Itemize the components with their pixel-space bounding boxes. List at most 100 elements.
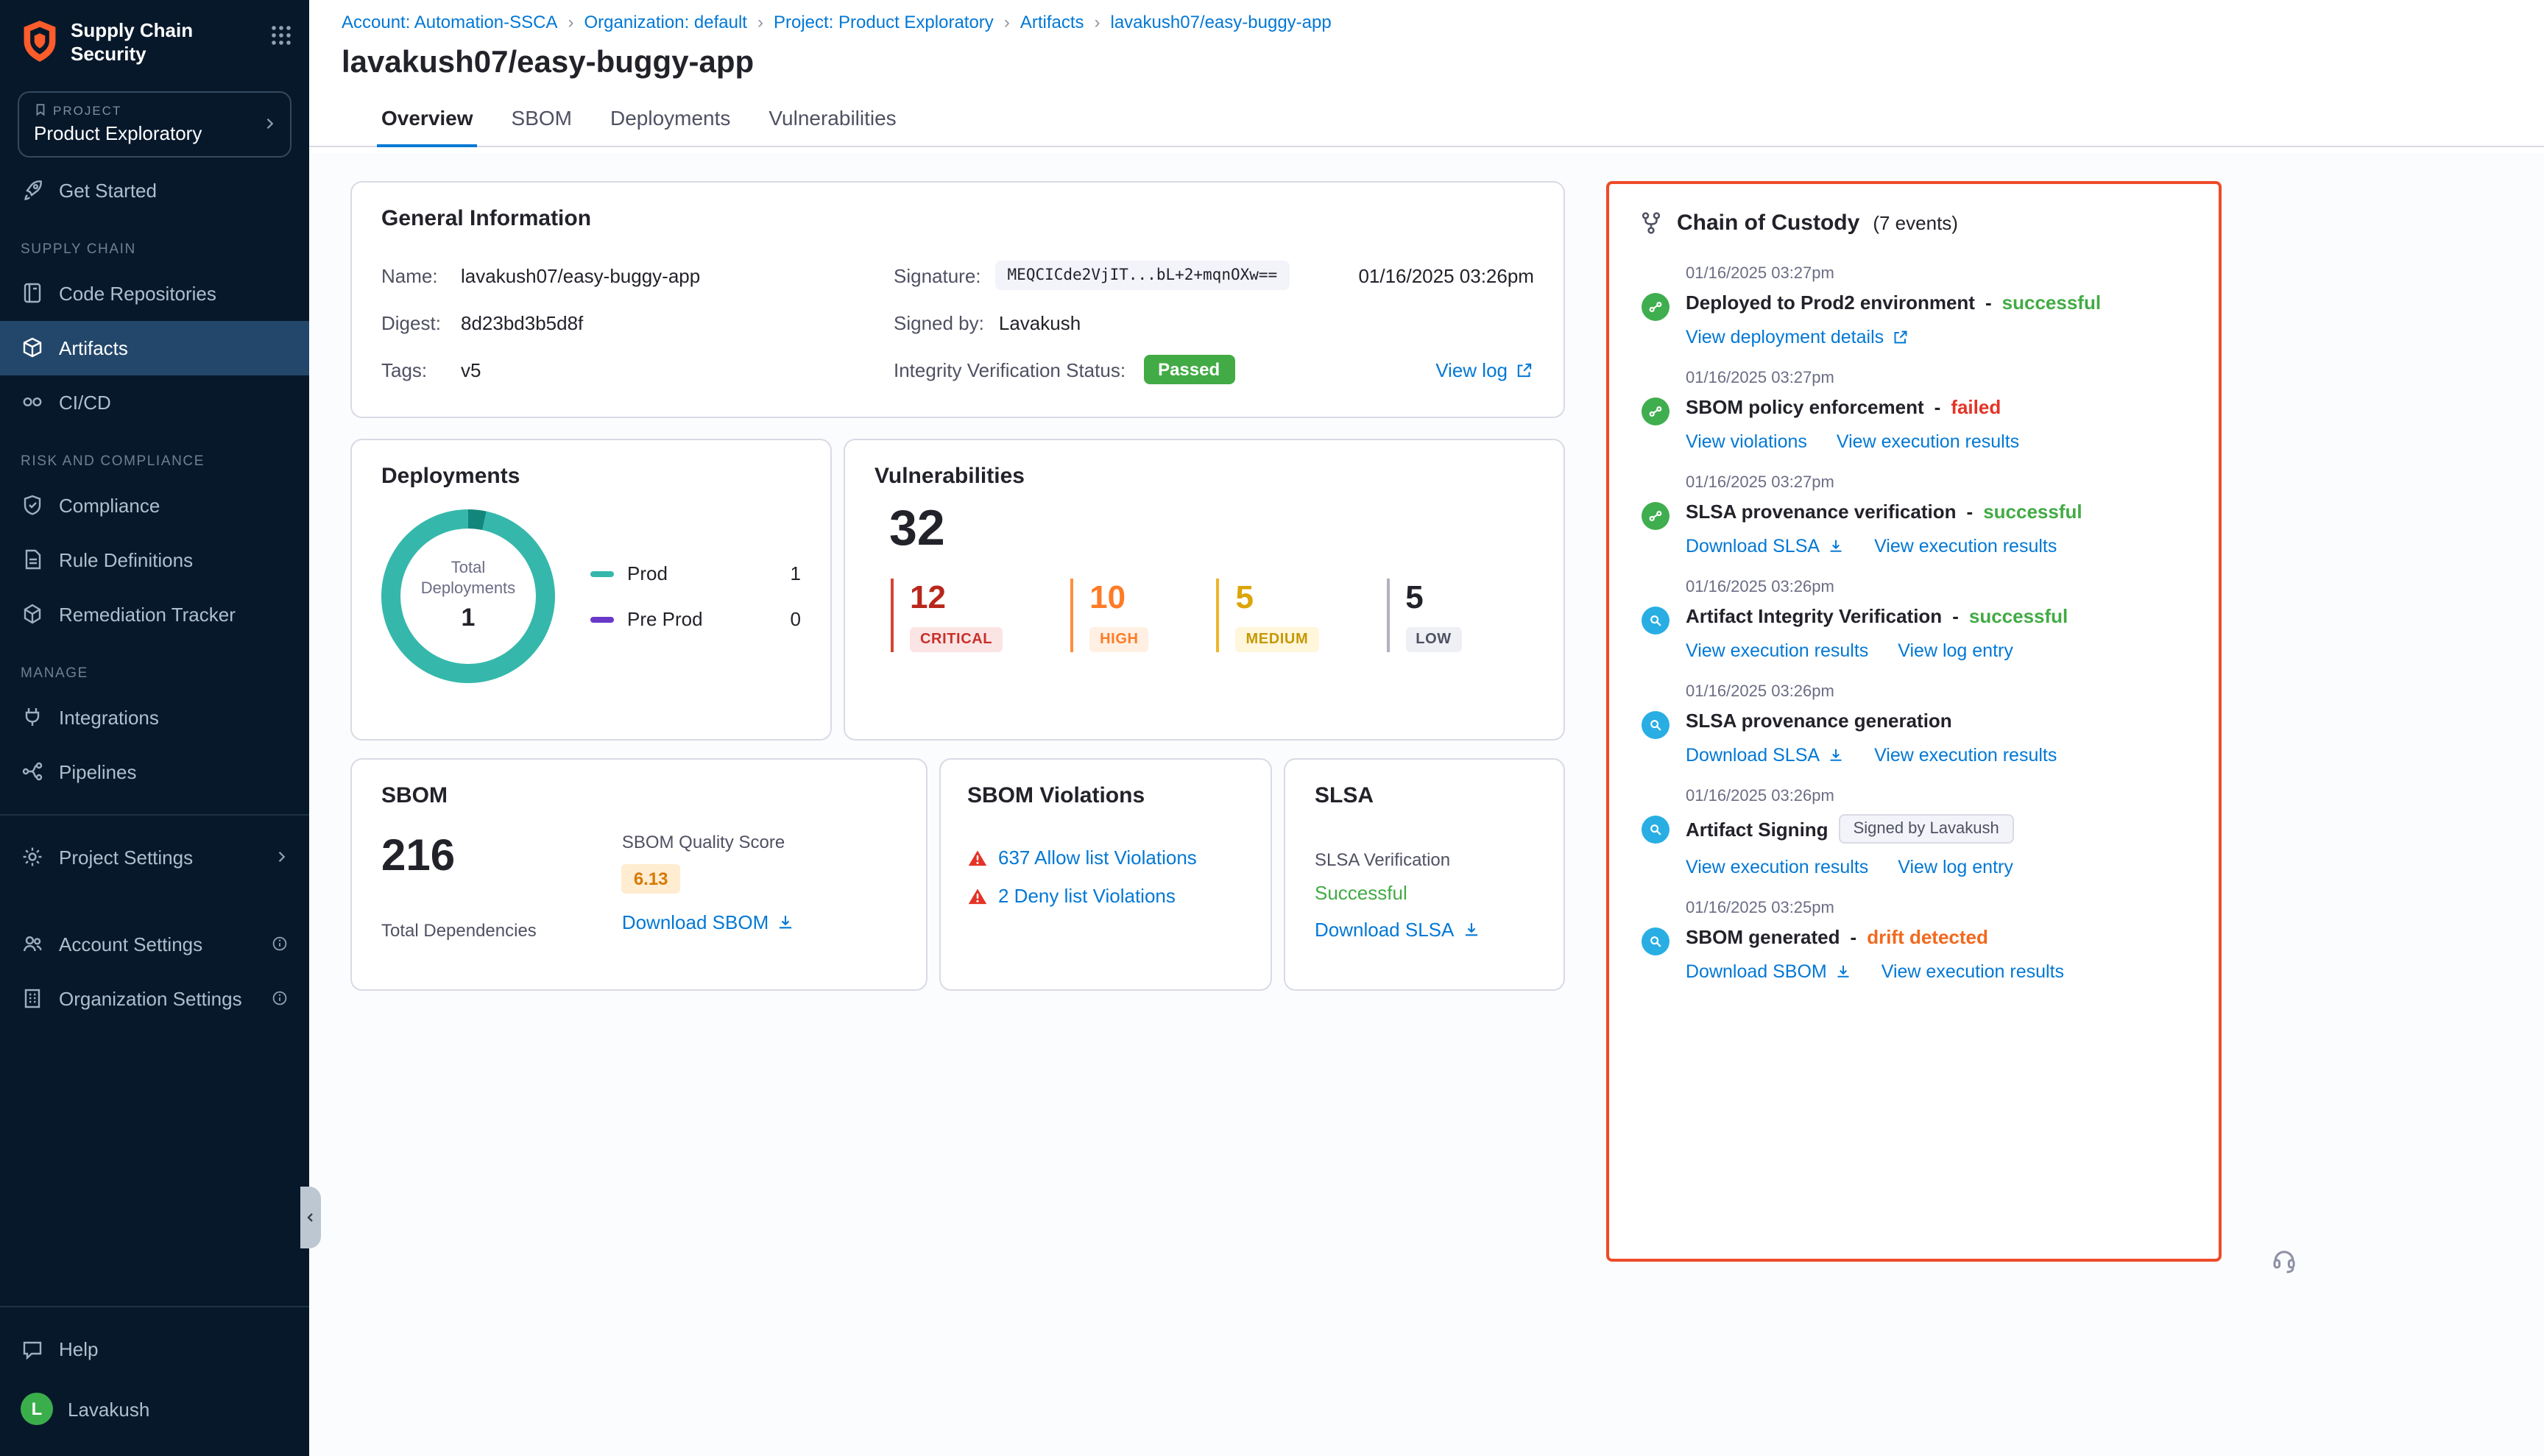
sidebar-item-label: Artifacts: [59, 336, 128, 358]
app-logo-shield-icon: [21, 19, 59, 63]
main-area: Account: Automation-SSCA › Organization:…: [309, 0, 2544, 1456]
allow-list-violations-row: 637 Allow list Violations: [967, 847, 1244, 869]
sidebar-item-label: Integrations: [59, 706, 159, 728]
card-title: General Information: [381, 206, 1534, 231]
project-selector[interactable]: PROJECT Product Exploratory: [18, 91, 292, 157]
breadcrumb-project[interactable]: Project: Product Exploratory: [774, 12, 994, 32]
download-sbom-link[interactable]: Download SBOM: [1686, 961, 1852, 982]
sidebar-item-help[interactable]: Help: [0, 1322, 309, 1377]
sbom-quality-label: SBOM Quality Score: [622, 832, 795, 852]
sidebar-item-label: Help: [59, 1338, 99, 1360]
chain-of-custody-title: Chain of Custody: [1677, 211, 1859, 236]
view-execution-results-link[interactable]: View execution results: [1686, 857, 1868, 877]
scan-step-icon: [1642, 816, 1670, 844]
page-title: lavakush07/easy-buggy-app: [342, 46, 2544, 81]
warning-icon: [967, 886, 988, 906]
building-icon: [21, 986, 44, 1010]
card-title: Deployments: [381, 464, 801, 489]
download-icon: [1827, 537, 1845, 555]
pipeline-icon: [21, 760, 44, 783]
sbom-violations-card: SBOM Violations 637 Allow list Violation…: [939, 758, 1272, 991]
sidebar-item-integrations[interactable]: Integrations: [0, 690, 309, 744]
sidebar-collapse-handle[interactable]: [300, 1187, 321, 1248]
tab-overview[interactable]: Overview: [362, 91, 492, 146]
view-execution-results-link[interactable]: View execution results: [1686, 640, 1868, 661]
tab-sbom[interactable]: SBOM: [492, 91, 591, 146]
breadcrumb-artifacts[interactable]: Artifacts: [1020, 12, 1084, 32]
sidebar-item-artifacts[interactable]: Artifacts: [0, 320, 309, 375]
apps-grid-icon[interactable]: [271, 25, 292, 46]
signature-value[interactable]: MEQCICde2VjIT...bL+2+mqnOXw==: [996, 261, 1290, 290]
pipeline-step-icon: [1642, 293, 1670, 321]
project-icon: [34, 103, 47, 116]
external-link-icon: [1515, 360, 1534, 379]
sbom-total: 216: [381, 832, 537, 882]
user-name: Lavakush: [68, 1398, 149, 1420]
sidebar-item-label: Account Settings: [59, 933, 202, 955]
prod-swatch: [590, 570, 614, 576]
download-slsa-link[interactable]: Download SLSA: [1686, 536, 1845, 556]
package-icon: [21, 336, 44, 359]
gear-icon: [21, 845, 44, 869]
user-menu[interactable]: L Lavakush: [0, 1377, 309, 1441]
sidebar-item-pipelines[interactable]: Pipelines: [0, 744, 309, 799]
sidebar-item-rule-definitions[interactable]: Rule Definitions: [0, 532, 309, 587]
name-value: lavakush07/easy-buggy-app: [461, 264, 700, 286]
sidebar-item-compliance[interactable]: Compliance: [0, 478, 309, 532]
sidebar: Supply Chain Security PROJECT Product Ex…: [0, 0, 309, 1456]
chain-event: 01/16/2025 03:26pm Artifact Integrity Ve…: [1642, 579, 2189, 661]
view-log-entry-link[interactable]: View log entry: [1898, 857, 2013, 877]
chain-event: 01/16/2025 03:26pm Artifact Signing Sign…: [1642, 788, 2189, 877]
sidebar-item-account-settings[interactable]: Account Settings: [0, 916, 309, 971]
tags-value: v5: [461, 358, 481, 381]
view-execution-results-link[interactable]: View execution results: [1874, 536, 2057, 556]
sidebar-item-code-repositories[interactable]: Code Repositories: [0, 266, 309, 320]
legend-item-preprod: Pre Prod 0: [590, 608, 801, 630]
sidebar-item-get-started[interactable]: Get Started: [0, 163, 309, 217]
breadcrumb-separator: ›: [1095, 12, 1100, 32]
view-violations-link[interactable]: View violations: [1686, 431, 1807, 452]
download-slsa-link[interactable]: Download SLSA: [1315, 919, 1480, 941]
tab-vulnerabilities[interactable]: Vulnerabilities: [749, 91, 915, 146]
breadcrumb-account[interactable]: Account: Automation-SSCA: [342, 12, 558, 32]
chevron-right-icon: [274, 849, 289, 864]
allow-list-violations-link[interactable]: 637 Allow list Violations: [998, 847, 1197, 869]
signature-label: Signature:: [894, 264, 981, 286]
view-execution-results-link[interactable]: View execution results: [1837, 431, 2019, 452]
deny-list-violations-link[interactable]: 2 Deny list Violations: [998, 885, 1176, 907]
download-slsa-link[interactable]: Download SLSA: [1686, 745, 1845, 766]
sidebar-item-cicd[interactable]: CI/CD: [0, 375, 309, 429]
download-icon: [1461, 920, 1480, 939]
scan-step-icon: [1642, 711, 1670, 739]
project-selector-label: PROJECT: [34, 102, 275, 117]
sidebar-item-organization-settings[interactable]: Organization Settings: [0, 971, 309, 1025]
chain-event: 01/16/2025 03:27pm Deployed to Prod2 env…: [1642, 265, 2189, 347]
view-execution-results-link[interactable]: View execution results: [1882, 961, 2064, 982]
deny-list-violations-row: 2 Deny list Violations: [967, 885, 1244, 907]
breadcrumb-organization[interactable]: Organization: default: [584, 12, 748, 32]
legend-item-prod: Prod 1: [590, 562, 801, 584]
support-chat-icon[interactable]: [2270, 1248, 2298, 1276]
sidebar-section-supply-chain: SUPPLY CHAIN: [0, 217, 309, 266]
slsa-status: Successful: [1315, 882, 1534, 904]
sidebar-item-project-settings[interactable]: Project Settings: [0, 830, 309, 884]
view-log-entry-link[interactable]: View log entry: [1898, 640, 2013, 661]
download-icon: [776, 913, 795, 932]
download-sbom-link[interactable]: Download SBOM: [622, 911, 795, 933]
donut-label: Total Deployments: [415, 557, 521, 599]
chevron-right-icon: [262, 116, 277, 131]
tags-label: Tags:: [381, 358, 446, 381]
view-log-link[interactable]: View log: [1435, 358, 1534, 381]
breadcrumb-separator: ›: [568, 12, 574, 32]
sidebar-item-remediation-tracker[interactable]: Remediation Tracker: [0, 587, 309, 641]
breadcrumb-current[interactable]: lavakush07/easy-buggy-app: [1111, 12, 1332, 32]
name-label: Name:: [381, 264, 446, 286]
slsa-verification-label: SLSA Verification: [1315, 849, 1534, 870]
view-execution-results-link[interactable]: View execution results: [1874, 745, 2057, 766]
tab-deployments[interactable]: Deployments: [591, 91, 749, 146]
vulnerabilities-total: 32: [889, 501, 1534, 558]
digest-label: Digest:: [381, 311, 446, 333]
pipeline-step-icon: [1642, 397, 1670, 425]
view-deployment-details-link[interactable]: View deployment details: [1686, 327, 1909, 347]
info-icon: [271, 989, 289, 1007]
